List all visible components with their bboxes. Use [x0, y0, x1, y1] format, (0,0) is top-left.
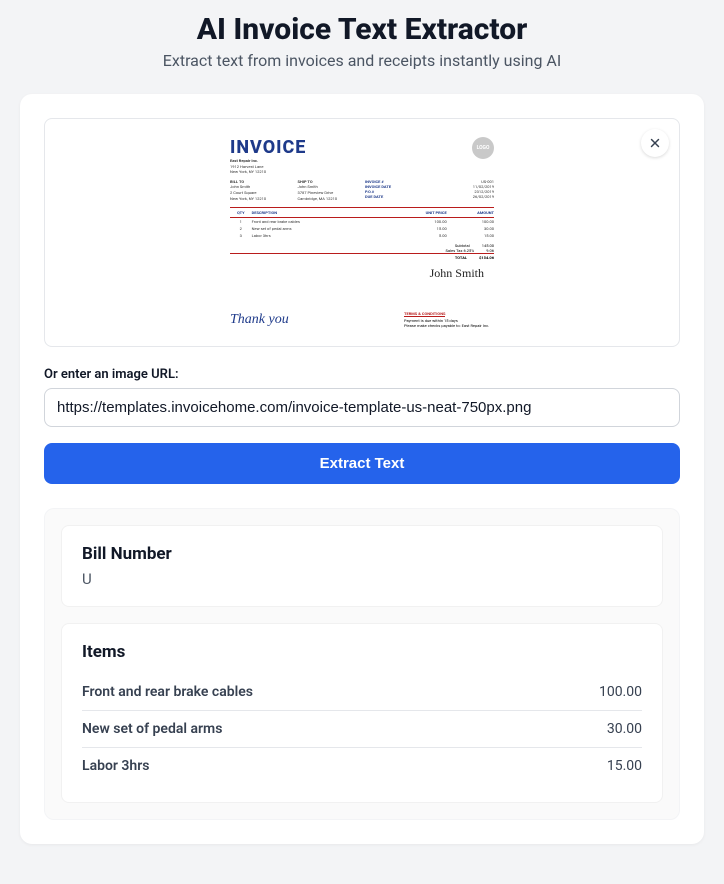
invoice-title: INVOICE — [230, 137, 306, 158]
header: AI Invoice Text Extractor Extract text f… — [20, 12, 704, 70]
image-preview-box: INVOICE East Repair Inc. 1912 Harvest La… — [44, 118, 680, 347]
item-price: 100.00 — [599, 684, 642, 700]
bill-number-value: U — [82, 570, 642, 588]
item-row: Front and rear brake cables 100.00 — [82, 674, 642, 711]
invoice-preview-table: QTY DESCRIPTION UNIT PRICE AMOUNT 1Front… — [230, 207, 494, 239]
main-container: AI Invoice Text Extractor Extract text f… — [0, 0, 724, 884]
item-name: Front and rear brake cables — [82, 684, 253, 700]
bill-number-card: Bill Number U — [61, 525, 663, 607]
item-row: New set of pedal arms 30.00 — [82, 711, 642, 748]
item-name: New set of pedal arms — [82, 721, 222, 737]
items-list: Front and rear brake cables 100.00 New set… — [82, 674, 642, 784]
item-name: Labor 3hrs — [82, 758, 149, 774]
bill-number-label: Bill Number — [82, 544, 642, 564]
item-price: 30.00 — [607, 721, 642, 737]
items-label: Items — [82, 642, 642, 662]
close-preview-button[interactable] — [641, 129, 669, 157]
logo-icon: LOGO — [472, 137, 494, 159]
main-card: INVOICE East Repair Inc. 1912 Harvest La… — [20, 94, 704, 844]
page-title: AI Invoice Text Extractor — [20, 12, 704, 47]
url-label: Or enter an image URL: — [44, 367, 680, 382]
thank-you-text: Thank you — [230, 312, 289, 328]
url-input[interactable] — [44, 388, 680, 427]
signature: John Smith — [230, 266, 494, 281]
close-icon — [648, 136, 662, 150]
items-card: Items Front and rear brake cables 100.00 N… — [61, 623, 663, 803]
invoice-preview-image: INVOICE East Repair Inc. 1912 Harvest La… — [222, 129, 502, 336]
page-subtitle: Extract text from invoices and receipts … — [20, 51, 704, 70]
item-price: 15.00 — [607, 758, 642, 774]
results-panel: Bill Number U Items Front and rear brake… — [44, 508, 680, 820]
extract-button[interactable]: Extract Text — [44, 443, 680, 484]
item-row: Labor 3hrs 15.00 — [82, 748, 642, 784]
